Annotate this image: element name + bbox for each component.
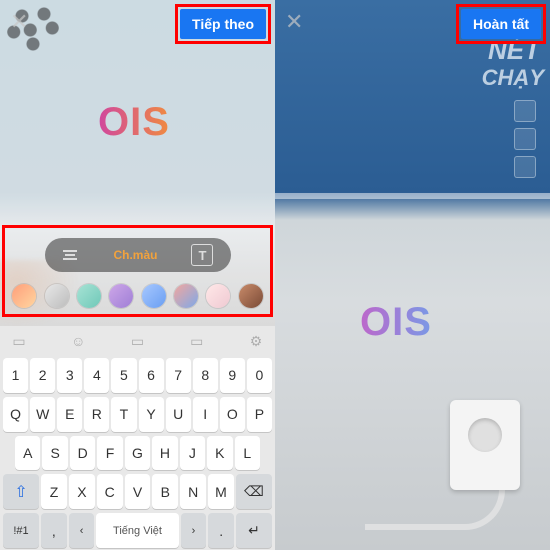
keyboard-row-2: ASDFGHJKL xyxy=(0,434,275,473)
symbols-key[interactable]: !#1 xyxy=(3,513,39,548)
text-overlay[interactable]: OIS xyxy=(98,100,170,145)
shift-key[interactable]: ⇧ xyxy=(3,474,39,509)
background-spec-icons xyxy=(514,100,544,184)
key-s[interactable]: S xyxy=(42,436,67,471)
key-l[interactable]: L xyxy=(235,436,260,471)
key-4[interactable]: 4 xyxy=(84,358,109,393)
expand-icon[interactable]: ▭ xyxy=(10,334,28,348)
key-g[interactable]: G xyxy=(125,436,150,471)
keyboard-row-1: QWERTYUIOP xyxy=(0,395,275,434)
lang-next-key[interactable]: › xyxy=(181,513,207,548)
key-6[interactable]: 6 xyxy=(139,358,164,393)
keyboard-suggestion-bar: ▭ ☺ ▭ ▭ ⚙ xyxy=(0,326,275,356)
next-button[interactable]: Tiếp theo xyxy=(180,9,266,39)
key-b[interactable]: B xyxy=(152,474,178,509)
key-c[interactable]: C xyxy=(97,474,123,509)
keyboard-row-bottom: !#1 , ‹ Tiếng Việt › . ↵ xyxy=(0,511,275,550)
lang-prev-key[interactable]: ‹ xyxy=(69,513,95,548)
key-k[interactable]: K xyxy=(207,436,232,471)
key-r[interactable]: R xyxy=(84,397,109,432)
screenshot-left-panel: ✕ Tiếp theo OIS Ch.màu T ▭ ☺ xyxy=(0,0,275,550)
key-7[interactable]: 7 xyxy=(166,358,191,393)
onscreen-keyboard: ▭ ☺ ▭ ▭ ⚙ 1234567890 QWERTYUIOP ASDFGHJK… xyxy=(0,326,275,550)
key-v[interactable]: V xyxy=(125,474,151,509)
close-icon[interactable]: ✕ xyxy=(285,9,303,35)
key-2[interactable]: 2 xyxy=(30,358,55,393)
key-m[interactable]: M xyxy=(208,474,234,509)
key-9[interactable]: 9 xyxy=(220,358,245,393)
key-i[interactable]: I xyxy=(193,397,218,432)
key-w[interactable]: W xyxy=(30,397,55,432)
key-e[interactable]: E xyxy=(57,397,82,432)
highlight-toolbar xyxy=(2,225,273,317)
key-x[interactable]: X xyxy=(69,474,95,509)
keyboard-row-3: ⇧ ZXCVBNM⌫ xyxy=(0,472,275,511)
done-button[interactable]: Hoàn tất xyxy=(461,9,541,39)
space-key[interactable]: Tiếng Việt xyxy=(96,513,178,548)
key-q[interactable]: Q xyxy=(3,397,28,432)
key-5[interactable]: 5 xyxy=(111,358,136,393)
key-a[interactable]: A xyxy=(15,436,40,471)
gif-icon[interactable]: ▭ xyxy=(129,334,147,348)
period-key[interactable]: . xyxy=(208,513,234,548)
highlight-next-button: Tiếp theo xyxy=(175,4,271,44)
voice-icon[interactable]: ▭ xyxy=(188,334,206,348)
settings-icon[interactable]: ⚙ xyxy=(247,334,265,348)
highlight-done-button: Hoàn tất xyxy=(456,4,546,44)
background-outlet xyxy=(450,400,520,490)
key-n[interactable]: N xyxy=(180,474,206,509)
key-h[interactable]: H xyxy=(152,436,177,471)
key-z[interactable]: Z xyxy=(41,474,67,509)
key-0[interactable]: 0 xyxy=(247,358,272,393)
key-u[interactable]: U xyxy=(166,397,191,432)
key-o[interactable]: O xyxy=(220,397,245,432)
key-1[interactable]: 1 xyxy=(3,358,28,393)
key-p[interactable]: P xyxy=(247,397,272,432)
close-icon[interactable]: ✕ xyxy=(10,9,28,35)
key-3[interactable]: 3 xyxy=(57,358,82,393)
keyboard-row-numbers: 1234567890 xyxy=(0,356,275,395)
key-j[interactable]: J xyxy=(180,436,205,471)
text-overlay[interactable]: OIS xyxy=(360,300,432,345)
key-8[interactable]: 8 xyxy=(193,358,218,393)
key-y[interactable]: Y xyxy=(139,397,164,432)
background-text: CHẠY xyxy=(482,65,544,91)
emoji-icon[interactable]: ☺ xyxy=(69,334,87,348)
key-d[interactable]: D xyxy=(70,436,95,471)
key-f[interactable]: F xyxy=(97,436,122,471)
screenshot-right-panel: NÉT CHẠY ✕ Hoàn tất OIS xyxy=(275,0,550,550)
comma-key[interactable]: , xyxy=(41,513,67,548)
enter-key[interactable]: ↵ xyxy=(236,513,272,548)
key-t[interactable]: T xyxy=(111,397,136,432)
backspace-key[interactable]: ⌫ xyxy=(236,474,272,509)
